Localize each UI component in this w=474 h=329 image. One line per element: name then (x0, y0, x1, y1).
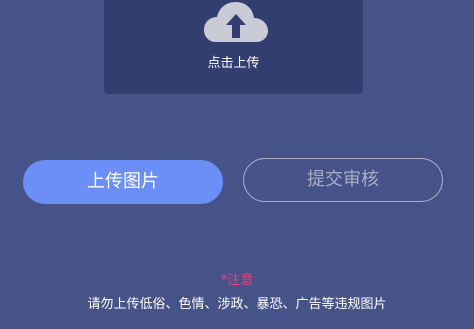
upload-image-button[interactable]: 上传图片 (23, 160, 223, 204)
upload-label: 点击上传 (207, 56, 260, 71)
cloud-upload-icon (204, 2, 268, 42)
notice-title: *注意 (220, 273, 254, 288)
notice-text: 请勿上传低俗、色情、涉政、暴恐、广告等违规图片 (87, 297, 387, 312)
upload-area[interactable]: 点击上传 (104, 0, 363, 94)
submit-review-button[interactable]: 提交审核 (243, 158, 443, 202)
